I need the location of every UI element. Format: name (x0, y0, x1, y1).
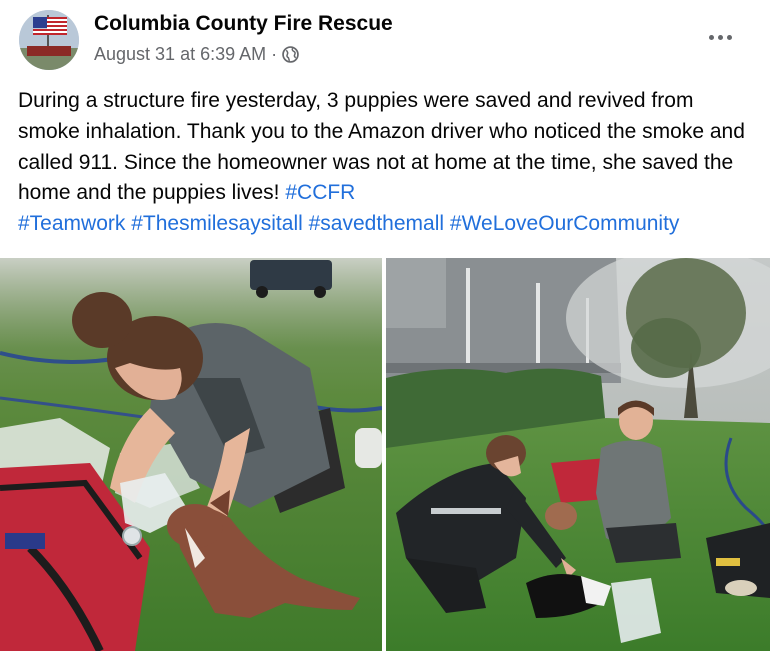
photo-firefighters-puppies-lawn[interactable] (386, 258, 770, 651)
hashtag-savedthemall[interactable]: #savedthemall (309, 212, 444, 235)
post-timestamp[interactable]: August 31 at 6:39 AM (94, 44, 266, 65)
globe-icon[interactable] (282, 46, 299, 63)
page-name[interactable]: Columbia County Fire Rescue (94, 12, 393, 36)
page-avatar[interactable] (19, 10, 79, 70)
hashtag-weloveourcommunity[interactable]: #WeLoveOurCommunity (450, 212, 680, 235)
hashtag-thesmilesaysitall[interactable]: #Thesmilesaysitall (131, 212, 303, 235)
facebook-post: Columbia County Fire Rescue August 31 at… (0, 0, 770, 651)
meta-separator: · (271, 44, 278, 64)
post-meta: August 31 at 6:39 AM · (94, 44, 299, 65)
photo-firefighter-puppy-oxygen[interactable] (0, 258, 382, 651)
post-text: During a structure fire yesterday, 3 pup… (18, 89, 745, 205)
more-options-icon[interactable] (700, 22, 740, 52)
post-body: During a structure fire yesterday, 3 pup… (18, 86, 758, 240)
hashtag-ccfr[interactable]: #CCFR (285, 181, 355, 204)
hashtag-teamwork[interactable]: #Teamwork (18, 212, 125, 235)
